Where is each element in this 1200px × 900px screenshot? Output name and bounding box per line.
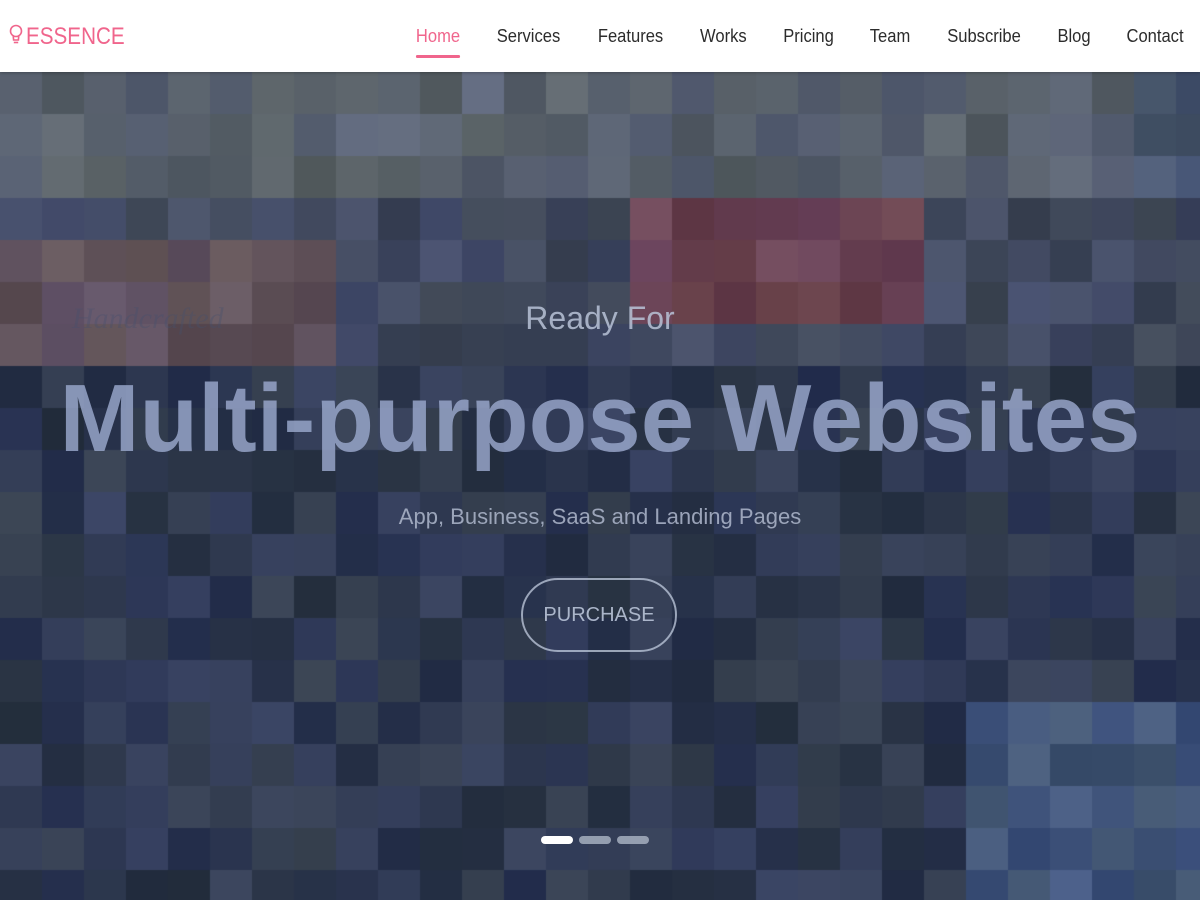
- nav-item-team[interactable]: Team: [870, 24, 910, 48]
- purchase-button[interactable]: PURCHASE: [521, 578, 677, 652]
- nav-item-home[interactable]: Home: [415, 24, 461, 58]
- nav-item-works[interactable]: Works: [700, 24, 747, 48]
- lightbulb-icon: [9, 24, 23, 44]
- hero-pre-title: Ready For: [525, 300, 675, 336]
- hero-section: Handcrafted Ready For Multi-purpose Webs…: [0, 72, 1200, 900]
- brand-name: ESSENCE: [26, 23, 125, 50]
- nav-item-services[interactable]: Services: [497, 24, 561, 48]
- slider-pagination: [541, 836, 655, 844]
- nav-item-pricing[interactable]: Pricing: [783, 24, 834, 48]
- nav-item-subscribe[interactable]: Subscribe: [947, 24, 1021, 48]
- nav-item-features[interactable]: Features: [598, 24, 663, 48]
- slide-dot-1[interactable]: [541, 836, 573, 844]
- hero-title: Multi-purpose Websites: [59, 365, 1141, 472]
- top-navbar: ESSENCE Home Services Features Works Pri…: [0, 0, 1200, 72]
- main-nav: Home Services Features Works Pricing Tea…: [382, 0, 1186, 72]
- nav-item-contact[interactable]: Contact: [1126, 24, 1183, 48]
- hero-subtitle: App, Business, SaaS and Landing Pages: [398, 504, 802, 529]
- hero-overlay: [0, 72, 1200, 900]
- slide-dot-3[interactable]: [617, 836, 649, 844]
- brand-logo[interactable]: ESSENCE: [8, 22, 141, 52]
- slide-dot-2[interactable]: [579, 836, 611, 844]
- nav-item-blog[interactable]: Blog: [1057, 24, 1090, 48]
